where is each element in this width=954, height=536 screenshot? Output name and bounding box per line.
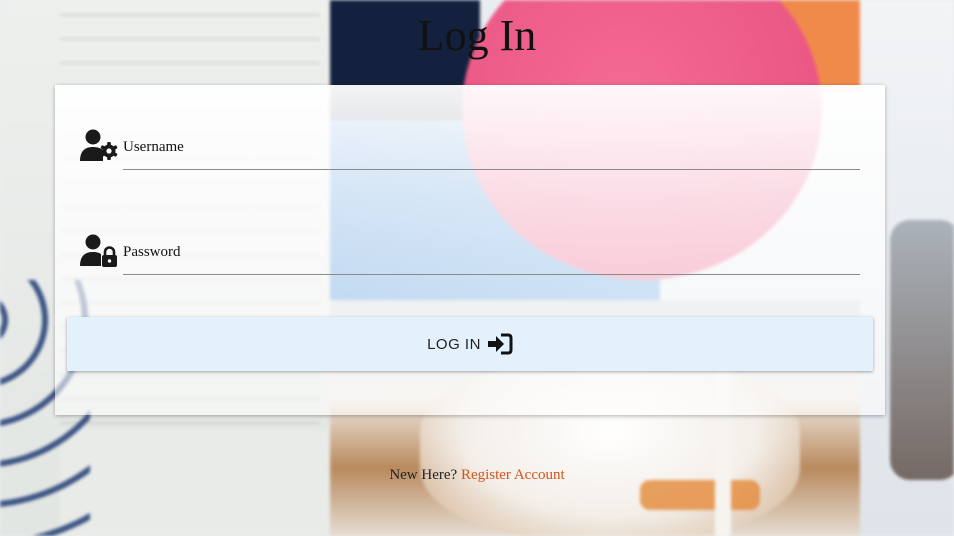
login-button-label: LOG IN — [427, 335, 481, 353]
register-prompt: New Here? Register Account — [0, 467, 954, 484]
sign-in-arrow-icon — [487, 333, 513, 355]
username-input[interactable] — [123, 137, 860, 167]
register-prompt-text: New Here? — [389, 467, 458, 483]
user-lock-icon — [80, 234, 120, 268]
register-account-link[interactable]: Register Account — [461, 467, 565, 483]
login-button[interactable]: LOG IN — [67, 317, 873, 371]
page-title: Log In — [417, 11, 537, 60]
password-underline — [123, 274, 860, 275]
username-underline — [123, 169, 860, 170]
password-input[interactable] — [123, 242, 860, 272]
username-field[interactable]: Username — [80, 125, 860, 175]
password-field[interactable]: Password — [80, 230, 860, 280]
login-card: Username Password LOG IN — [55, 85, 885, 415]
user-gear-icon — [80, 129, 120, 163]
